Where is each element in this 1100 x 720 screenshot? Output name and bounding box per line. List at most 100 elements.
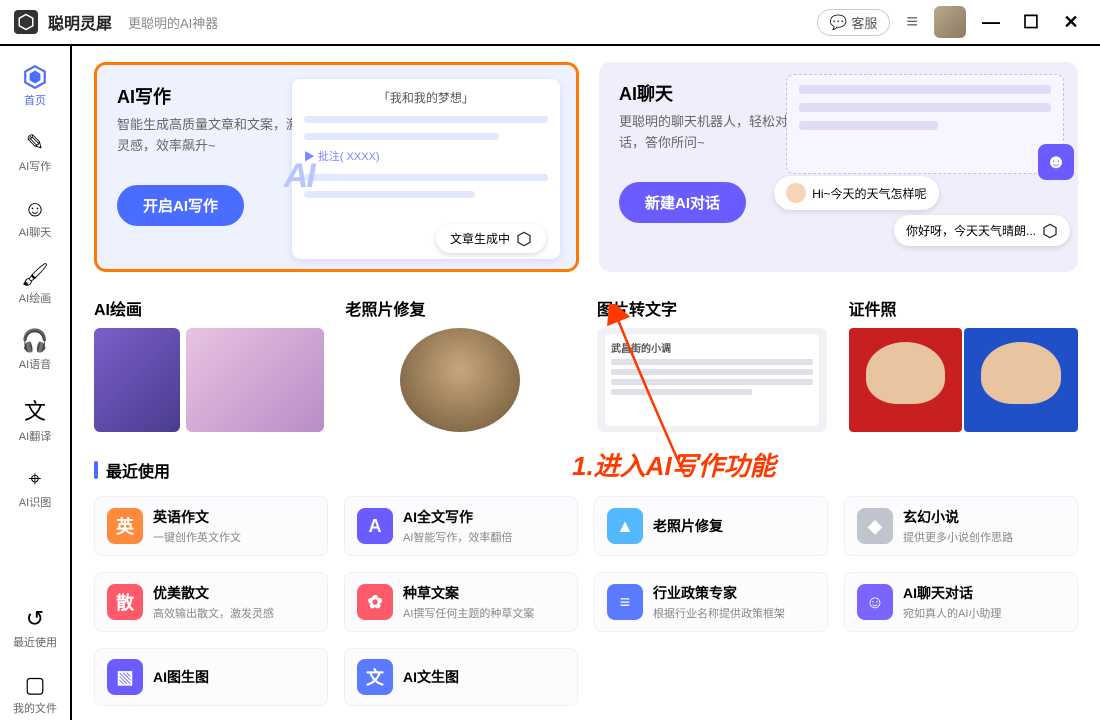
support-label: 客服	[851, 13, 877, 32]
app-title: 聪明灵犀	[48, 10, 112, 34]
sidebar-item-label: AI聊天	[19, 224, 51, 240]
recent-item-title: 种草文案	[403, 583, 534, 603]
recent-item-icon: ▲	[607, 508, 643, 544]
new-chat-button[interactable]: 新建AI对话	[619, 182, 746, 223]
recent-item-subtitle: 提供更多小说创作思路	[903, 529, 1013, 545]
sidebar-item-translate[interactable]: 文 AI翻译	[0, 390, 70, 448]
recent-item[interactable]: 文 AI文生图	[344, 648, 578, 706]
recent-item-icon: ✿	[357, 584, 393, 620]
feature-card-idphoto[interactable]: 证件照	[849, 296, 1079, 432]
feature-card-oldphoto[interactable]: 老照片修复	[346, 296, 576, 432]
bubble-text: 你好呀，今天天气晴朗...	[906, 222, 1036, 239]
maximize-button[interactable]: ☐	[1016, 7, 1046, 37]
recent-item-title: 优美散文	[153, 583, 274, 603]
sidebar-item-label: AI翻译	[19, 428, 51, 444]
feature-thumb: 武昌街的小调	[597, 328, 827, 432]
recent-item-title: AI聊天对话	[903, 583, 1001, 603]
recent-item-icon: ▧	[107, 659, 143, 695]
app-tagline: 更聪明的AI神器	[128, 13, 218, 32]
recent-item[interactable]: ▧ AI图生图	[94, 648, 328, 706]
file-icon: ▢	[25, 672, 46, 698]
smile-icon: ☺	[24, 196, 46, 222]
recent-item-subtitle: 宛如真人的AI小助理	[903, 605, 1001, 621]
bubble-text: Hi~今天的天气怎样呢	[812, 185, 926, 202]
recent-item-icon: A	[357, 508, 393, 544]
brush-icon: 🖌	[21, 262, 49, 288]
generating-label: 文章生成中	[450, 230, 510, 247]
hero-card-chat[interactable]: AI聊天 更聪明的聊天机器人，轻松对话，答你所问~ 新建AI对话 ☻ Hi~今天…	[599, 62, 1078, 272]
user-avatar-icon	[786, 183, 806, 203]
headphone-icon: 🎧	[21, 328, 48, 354]
sidebar-item-voice[interactable]: 🎧 AI语音	[0, 324, 70, 376]
sidebar-item-home[interactable]: 首页	[0, 60, 70, 112]
feature-card-paint[interactable]: AI绘画	[94, 296, 324, 432]
sidebar-item-label: AI绘画	[19, 290, 51, 306]
recent-item-icon: ☺	[857, 584, 893, 620]
chat-bubble-user: Hi~今天的天气怎样呢	[774, 176, 938, 210]
recent-item-icon: 散	[107, 584, 143, 620]
start-writing-button[interactable]: 开启AI写作	[117, 185, 244, 226]
recent-item[interactable]: 散优美散文高效输出散文，激发灵感	[94, 572, 328, 632]
avatar[interactable]	[934, 6, 966, 38]
recent-item[interactable]: ◆玄幻小说提供更多小说创作思路	[844, 496, 1078, 556]
main-content: AI写作 智能生成高质量文章和文案，激发灵感，效率飙升~ 开启AI写作 AI 「…	[72, 46, 1100, 720]
feature-title: 证件照	[849, 296, 1079, 320]
translate-icon: 文	[24, 394, 46, 426]
recent-item-subtitle: 一键创作英文作文	[153, 529, 241, 545]
recent-item-title: AI文生图	[403, 667, 459, 687]
recent-item-icon: ◆	[857, 508, 893, 544]
ai-watermark: AI	[284, 157, 314, 196]
recent-item-subtitle: 高效输出散文，激发灵感	[153, 605, 274, 621]
recent-title: 最近使用	[106, 458, 170, 482]
feature-title: AI绘画	[94, 296, 324, 320]
feature-card-ocr[interactable]: 图片转文字 武昌街的小调	[597, 296, 827, 432]
recent-item-subtitle: AI撰写任何主题的种草文案	[403, 605, 534, 621]
sidebar-item-label: AI语音	[19, 356, 51, 372]
sidebar-item-vision[interactable]: ⌖ AI识图	[0, 462, 70, 514]
recent-item[interactable]: AAI全文写作AI智能写作，效率翻倍	[344, 496, 578, 556]
feature-title: 图片转文字	[597, 296, 827, 320]
robot-icon: ☻	[1038, 144, 1074, 180]
scan-icon: ⌖	[29, 466, 41, 492]
recent-item-icon: 英	[107, 508, 143, 544]
sidebar: 首页 ✎AI写作 ☺ AI聊天 🖌 AI绘画 🎧 AI语音 文 AI翻译 ⌖ AI识图 ↺…	[0, 46, 72, 720]
recent-item-icon: ≡	[607, 584, 643, 620]
recent-item[interactable]: 英英语作文一键创作英文作文	[94, 496, 328, 556]
sidebar-item-recent[interactable]: ↺最近使用	[0, 602, 70, 654]
recent-item[interactable]: ✿ 种草文案 AI撰写任何主题的种草文案	[344, 572, 578, 632]
close-button[interactable]: ✕	[1056, 7, 1086, 37]
chat-bubble-bot: 你好呀，今天天气晴朗...	[894, 215, 1070, 246]
menu-icon[interactable]: ≡	[906, 11, 918, 34]
home-hex-icon	[22, 64, 48, 90]
recent-item[interactable]: ☺ AI聊天对话宛如真人的AI小助理	[844, 572, 1078, 632]
minimize-button[interactable]: —	[976, 7, 1006, 37]
hex-icon	[1042, 223, 1058, 239]
recent-item-title: 行业政策专家	[653, 583, 785, 603]
sidebar-item-label: AI识图	[19, 494, 51, 510]
titlebar: 聪明灵犀 更聪明的AI神器 💬 客服 ≡ — ☐ ✕	[0, 0, 1100, 46]
recent-item[interactable]: ▲ 老照片修复	[594, 496, 828, 556]
sidebar-item-label: AI写作	[19, 158, 51, 174]
chat-bubble-icon: 💬	[830, 14, 847, 31]
chat-preview: ☻ Hi~今天的天气怎样呢 你好呀，今天天气晴朗...	[786, 74, 1064, 254]
recent-item-subtitle: 根据行业名称提供政策框架	[653, 605, 785, 621]
recent-item-title: 老照片修复	[653, 516, 723, 536]
sidebar-item-label: 最近使用	[13, 634, 57, 650]
recent-item[interactable]: ≡ 行业政策专家根据行业名称提供政策框架	[594, 572, 828, 632]
sidebar-item-paint[interactable]: 🖌 AI绘画	[0, 258, 70, 310]
app-logo-icon	[14, 10, 38, 34]
preview-annotation: ▶ 批注( XXXX)	[304, 148, 548, 164]
sidebar-item-chat[interactable]: ☺ AI聊天	[0, 192, 70, 244]
sidebar-item-files[interactable]: ▢ 我的文件	[0, 668, 70, 720]
sidebar-item-label: 我的文件	[13, 700, 57, 716]
recent-item-subtitle: AI智能写作，效率翻倍	[403, 529, 512, 545]
recent-item-title: AI图生图	[153, 667, 209, 687]
support-button[interactable]: 💬 客服	[817, 9, 890, 36]
hero-card-writing[interactable]: AI写作 智能生成高质量文章和文案，激发灵感，效率飙升~ 开启AI写作 AI 「…	[94, 62, 579, 272]
feature-thumb	[346, 328, 576, 432]
generating-pill: 文章生成中	[436, 224, 546, 253]
sidebar-item-label: 首页	[24, 92, 46, 108]
sidebar-item-write[interactable]: ✎AI写作	[0, 126, 70, 178]
recent-grid: 英英语作文一键创作英文作文 AAI全文写作AI智能写作，效率翻倍 ▲ 老照片修复 ◆玄幻…	[94, 496, 1078, 706]
recent-item-icon: 文	[357, 659, 393, 695]
